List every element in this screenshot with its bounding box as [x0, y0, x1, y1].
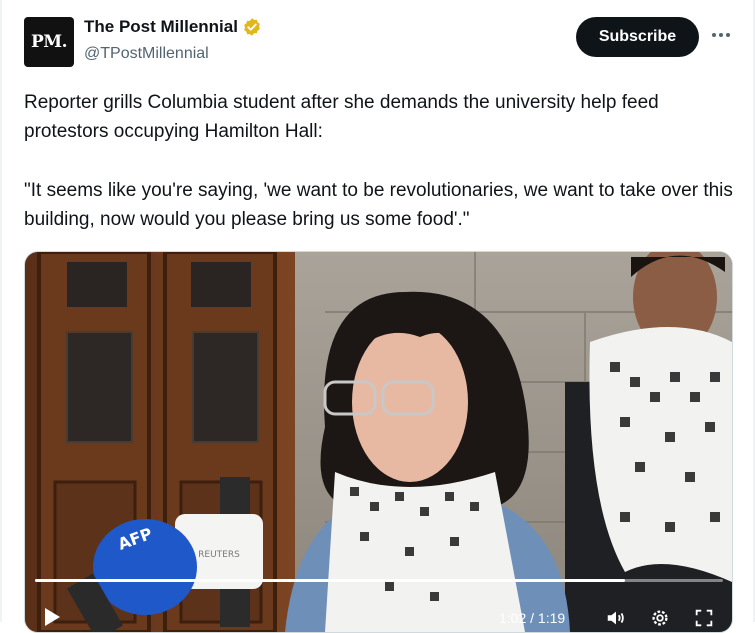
tweet-text: Reporter grills Columbia student after s… [24, 88, 736, 234]
tweet-paragraph-2: "It seems like you're saying, 'we want t… [24, 180, 733, 230]
video-progress-bar[interactable] [35, 579, 723, 582]
avatar[interactable]: PM. [24, 17, 74, 67]
verified-badge-icon [244, 18, 260, 36]
handle[interactable]: @TPostMillennial [84, 45, 209, 63]
video-player[interactable]: REUTERS AFP 1:02 / 1:19 [24, 251, 733, 633]
ellipsis-icon[interactable] [710, 24, 732, 46]
author-name-row[interactable]: The Post Millennial [84, 17, 262, 37]
video-progress-fill [35, 579, 625, 582]
avatar-text: PM. [30, 32, 68, 52]
display-name[interactable]: The Post Millennial [84, 17, 238, 37]
video-time: 1:02 / 1:19 [499, 610, 566, 626]
volume-icon[interactable] [605, 607, 627, 629]
subscribe-button[interactable]: Subscribe [576, 17, 699, 57]
mic-label-reuters: REUTERS [198, 550, 240, 560]
settings-icon[interactable] [649, 607, 671, 629]
play-icon[interactable] [43, 607, 61, 627]
video-frame: REUTERS AFP [25, 252, 732, 632]
tweet-paragraph-1: Reporter grills Columbia student after s… [24, 92, 659, 142]
left-border [0, 0, 2, 622]
fullscreen-icon[interactable] [693, 607, 715, 629]
